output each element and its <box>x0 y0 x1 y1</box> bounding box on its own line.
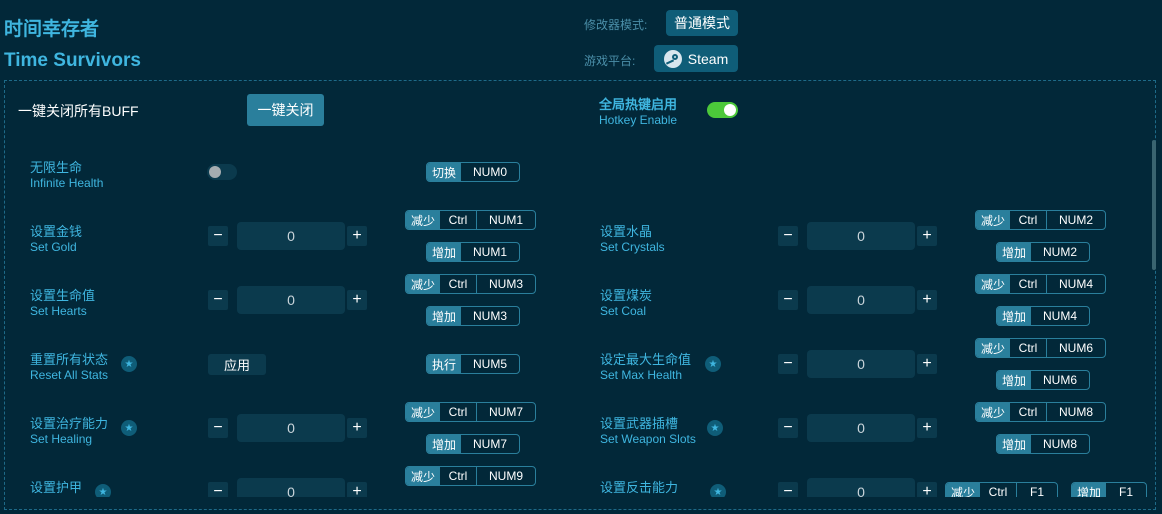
hotkey-modifier: Ctrl <box>1018 277 1038 291</box>
hotkey-key: NUM6 <box>1043 373 1078 387</box>
hotkey-key: F1 <box>1119 485 1134 497</box>
max-health-input[interactable]: 0 <box>807 350 915 378</box>
hotkey-action: 减少 <box>976 275 1011 293</box>
star-icon[interactable]: ★ <box>710 484 726 497</box>
decrement-button[interactable]: − <box>778 354 798 374</box>
hotkey-action: 增加 <box>1072 483 1107 497</box>
increment-button[interactable]: + <box>917 418 937 438</box>
hotkey-increase[interactable]: 增加 NUM2 <box>996 242 1091 262</box>
row-label-cn: 设定最大生命值 <box>600 352 692 367</box>
counter-input[interactable]: 0 <box>807 478 915 497</box>
star-icon[interactable]: ★ <box>95 484 111 497</box>
row-label-cn: 设置护甲 <box>30 480 83 495</box>
hotkey-modifier: Ctrl <box>988 485 1008 497</box>
star-icon[interactable]: ★ <box>707 420 723 436</box>
hotkey-decrease[interactable]: 减少 Ctrl NUM2 <box>975 210 1107 230</box>
decrement-button[interactable]: − <box>778 418 798 438</box>
hotkey-action: 增加 <box>997 371 1032 389</box>
hotkey-key: NUM2 <box>1043 245 1078 259</box>
armor-input[interactable]: 0 <box>237 478 345 497</box>
hotkey-key: NUM6 <box>1046 339 1105 357</box>
hotkey-action: 减少 <box>976 403 1011 421</box>
hotkey-decrease[interactable]: 减少 Ctrl NUM8 <box>975 402 1107 422</box>
hotkey-decrease[interactable]: 减少 Ctrl NUM9 <box>405 466 537 486</box>
hotkey-action: 减少 <box>976 211 1011 229</box>
hotkey-increase[interactable]: 增加 NUM6 <box>996 370 1091 390</box>
crystals-input[interactable]: 0 <box>807 222 915 250</box>
hotkey-increase[interactable]: 增加 NUM8 <box>996 434 1091 454</box>
hotkey-decrease[interactable]: 减少 Ctrl F1 <box>945 482 1059 497</box>
hotkey-key: NUM2 <box>1046 211 1105 229</box>
hotkey-decrease[interactable]: 减少 Ctrl NUM6 <box>975 338 1107 358</box>
hotkey-modifier: Ctrl <box>1018 405 1038 419</box>
row-label-en: Set Coal <box>600 304 647 318</box>
hotkey-key: NUM8 <box>1046 403 1105 421</box>
hotkey-action: 减少 <box>946 483 981 497</box>
hotkey-action: 增加 <box>997 307 1032 325</box>
row-label-en: Set Weapon Slots <box>600 432 696 446</box>
hotkey-key: NUM4 <box>1046 275 1105 293</box>
increment-button[interactable]: + <box>917 290 937 310</box>
increment-button[interactable]: + <box>917 482 937 497</box>
decrement-button[interactable]: − <box>778 290 798 310</box>
hotkey-modifier: Ctrl <box>448 469 468 483</box>
row-label-cn: 设置水晶 <box>600 224 653 239</box>
hotkey-action: 减少 <box>406 467 441 485</box>
row-label-cn: 设置煤炭 <box>600 288 653 303</box>
increment-button[interactable]: + <box>347 482 367 497</box>
hotkey-increase[interactable]: 增加 F1 <box>1071 482 1148 497</box>
row-label-cn: 设置武器插槽 <box>600 416 679 431</box>
increment-button[interactable]: + <box>917 354 937 374</box>
decrement-button[interactable]: − <box>778 226 798 246</box>
hotkey-action: 增加 <box>997 435 1032 453</box>
decrement-button[interactable]: − <box>208 482 228 497</box>
clip-region: 设置护甲 ★ − 0 + 设置反击能力 ★ − 0 + 减少 Ctrl F1 增… <box>0 0 1162 497</box>
hotkey-decrease[interactable]: 减少 Ctrl NUM4 <box>975 274 1107 294</box>
hotkey-key: NUM8 <box>1043 437 1078 451</box>
coal-input[interactable]: 0 <box>807 286 915 314</box>
row-label-en: Set Crystals <box>600 240 665 254</box>
row-label-cn: 设置反击能力 <box>600 480 679 495</box>
hotkey-key: NUM4 <box>1043 309 1078 323</box>
weapon-slots-input[interactable]: 0 <box>807 414 915 442</box>
row-label-en: Set Max Health <box>600 368 683 382</box>
increment-button[interactable]: + <box>917 226 937 246</box>
hotkey-key: F1 <box>1016 483 1057 497</box>
hotkey-action: 减少 <box>976 339 1011 357</box>
hotkey-modifier: Ctrl <box>1018 341 1038 355</box>
star-icon[interactable]: ★ <box>705 356 721 372</box>
hotkey-increase[interactable]: 增加 NUM4 <box>996 306 1091 326</box>
decrement-button[interactable]: − <box>778 482 798 497</box>
hotkey-modifier: Ctrl <box>1018 213 1038 227</box>
hotkey-key: NUM9 <box>476 467 535 485</box>
hotkey-action: 增加 <box>997 243 1032 261</box>
